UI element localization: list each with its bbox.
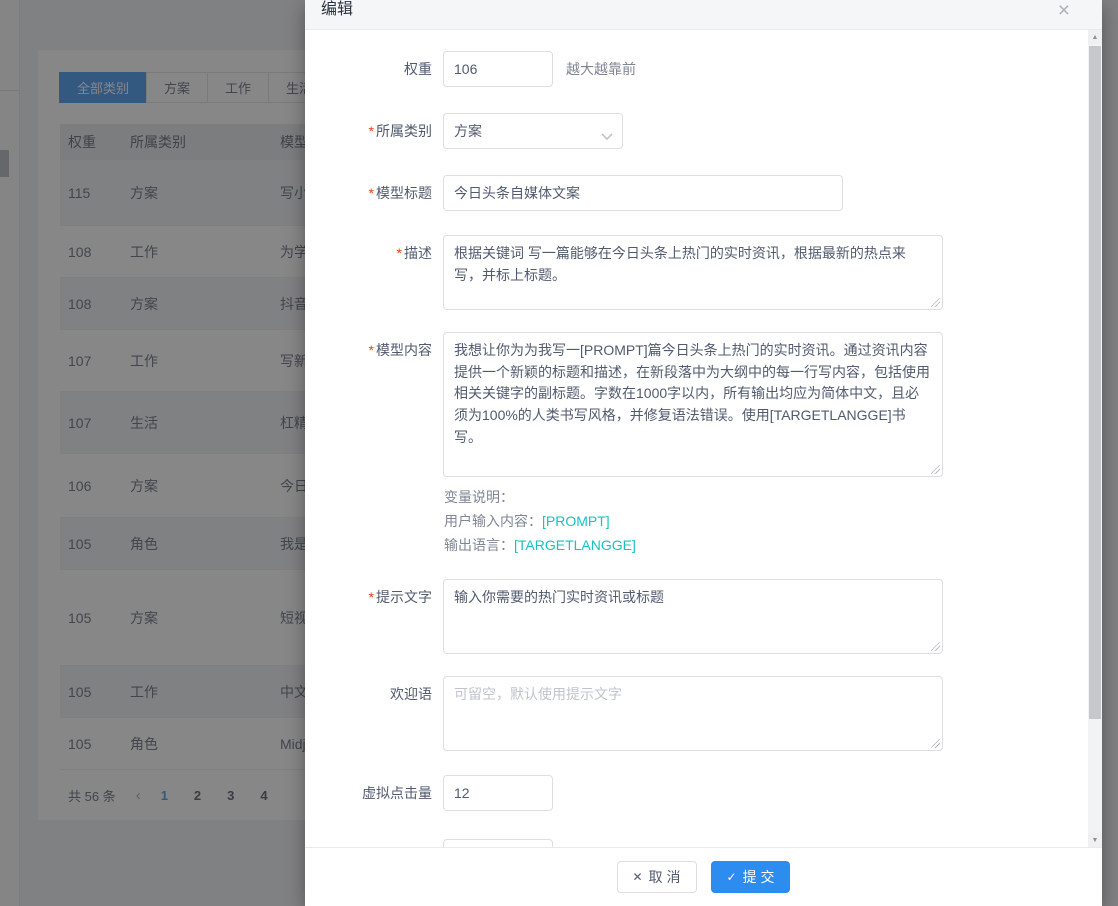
required-marker: * — [397, 245, 402, 261]
field-prompt-text: *提示文字 输入你需要的热门实时资讯或标题 — [305, 579, 1102, 654]
field-prompt-text-label: *提示文字 — [305, 579, 443, 615]
prompt-token: [PROMPT] — [542, 513, 610, 529]
description-textarea-wrap: 根据关键词 写一篇能够在今日头条上热门的实时资讯，根据最新的热点来写，并标上标题… — [443, 235, 943, 310]
resize-handle-icon[interactable] — [931, 739, 940, 748]
weight-input[interactable] — [443, 51, 553, 87]
cancel-button[interactable]: ✕ 取 消 — [617, 861, 697, 893]
cancel-x-icon: ✕ — [633, 870, 643, 884]
welcome-textarea-wrap — [443, 676, 943, 751]
field-welcome-label: 欢迎语 — [305, 676, 443, 712]
required-marker: * — [369, 342, 374, 358]
field-model-title-label: *模型标题 — [305, 175, 443, 211]
resize-handle-icon[interactable] — [931, 465, 940, 474]
field-virtual-usage-label: 虚拟使用量 — [305, 839, 443, 847]
variables-note: 变量说明： 用户输入内容：[PROMPT] 输出语言：[TARGETLANGGE… — [444, 485, 1102, 557]
modal-scrollbar[interactable]: ▲ ▼ — [1088, 30, 1102, 847]
prompt-text-textarea-wrap: 输入你需要的热门实时资讯或标题 — [443, 579, 943, 654]
field-description: *描述 根据关键词 写一篇能够在今日头条上热门的实时资讯，根据最新的热点来写，并… — [305, 235, 1102, 310]
field-category-label: *所属类别 — [305, 113, 443, 149]
targetlang-token: [TARGETLANGGE] — [514, 537, 636, 553]
weight-hint: 越大越靠前 — [566, 51, 636, 87]
virtual-clicks-input[interactable] — [443, 775, 553, 811]
modal-header: 编辑 × — [305, 0, 1102, 30]
field-model-content-label-text: 模型内容 — [376, 342, 432, 358]
modal-title: 编辑 — [321, 0, 353, 23]
resize-handle-icon[interactable] — [931, 642, 940, 651]
required-marker: * — [369, 123, 374, 139]
virtual-usage-input[interactable] — [443, 839, 553, 847]
field-virtual-clicks: 虚拟点击量 — [305, 775, 1102, 811]
modal-body: 权重 越大越靠前 *所属类别 方案 *模型标题 *描述 — [305, 30, 1102, 847]
submit-check-icon: ✓ — [727, 870, 737, 884]
screen: 全部类别 方案 工作 生活 权重 所属类别 模型标题 115 方案 写小红 10… — [0, 0, 1118, 906]
variables-output-line: 输出语言：[TARGETLANGGE] — [444, 533, 1102, 557]
variables-input-label: 用户输入内容： — [444, 513, 542, 529]
field-virtual-clicks-label: 虚拟点击量 — [305, 775, 443, 811]
field-category-label-text: 所属类别 — [376, 123, 432, 139]
category-select[interactable]: 方案 — [443, 113, 623, 149]
field-weight: 权重 越大越靠前 — [305, 51, 1102, 87]
model-content-textarea[interactable]: 我想让你为为我写一[PROMPT]篇今日头条上热门的实时资讯。通过资讯内容提供一… — [443, 332, 943, 477]
field-virtual-usage-clipped: 虚拟使用量 — [305, 839, 1102, 847]
scroll-down-icon[interactable]: ▼ — [1088, 833, 1102, 847]
submit-button[interactable]: ✓ 提 交 — [711, 861, 791, 893]
field-description-label: *描述 — [305, 235, 443, 271]
model-content-textarea-wrap: 我想让你为为我写一[PROMPT]篇今日头条上热门的实时资讯。通过资讯内容提供一… — [443, 332, 943, 477]
field-model-content-label: *模型内容 — [305, 332, 443, 368]
field-welcome: 欢迎语 — [305, 676, 1102, 751]
resize-handle-icon[interactable] — [931, 298, 940, 307]
cancel-button-label: 取 消 — [649, 867, 681, 887]
submit-button-label: 提 交 — [743, 867, 775, 887]
modal-footer: ✕ 取 消 ✓ 提 交 — [305, 847, 1102, 906]
prompt-text-textarea[interactable]: 输入你需要的热门实时资讯或标题 — [443, 579, 943, 654]
welcome-textarea[interactable] — [443, 676, 943, 751]
description-textarea[interactable]: 根据关键词 写一篇能够在今日头条上热门的实时资讯，根据最新的热点来写，并标上标题… — [443, 235, 943, 310]
variables-input-line: 用户输入内容：[PROMPT] — [444, 509, 1102, 533]
field-model-title: *模型标题 — [305, 175, 1102, 211]
edit-modal: 编辑 × 权重 越大越靠前 *所属类别 方案 *模型标题 — [305, 0, 1102, 906]
field-model-content: *模型内容 我想让你为为我写一[PROMPT]篇今日头条上热门的实时资讯。通过资… — [305, 332, 1102, 477]
required-marker: * — [369, 589, 374, 605]
field-model-title-label-text: 模型标题 — [376, 185, 432, 201]
category-select-value: 方案 — [454, 121, 482, 141]
field-weight-label: 权重 — [305, 51, 443, 87]
field-prompt-text-label-text: 提示文字 — [376, 589, 432, 605]
modal-scrollbar-thumb[interactable] — [1089, 46, 1101, 719]
required-marker: * — [369, 185, 374, 201]
close-icon[interactable]: × — [1058, 0, 1070, 23]
model-title-input[interactable] — [443, 175, 843, 211]
chevron-down-icon — [601, 128, 613, 144]
variables-heading: 变量说明： — [444, 485, 1102, 509]
variables-output-label: 输出语言： — [444, 537, 514, 553]
field-category: *所属类别 方案 — [305, 113, 1102, 149]
scroll-up-icon[interactable]: ▲ — [1088, 30, 1102, 44]
field-description-label-text: 描述 — [404, 245, 432, 261]
